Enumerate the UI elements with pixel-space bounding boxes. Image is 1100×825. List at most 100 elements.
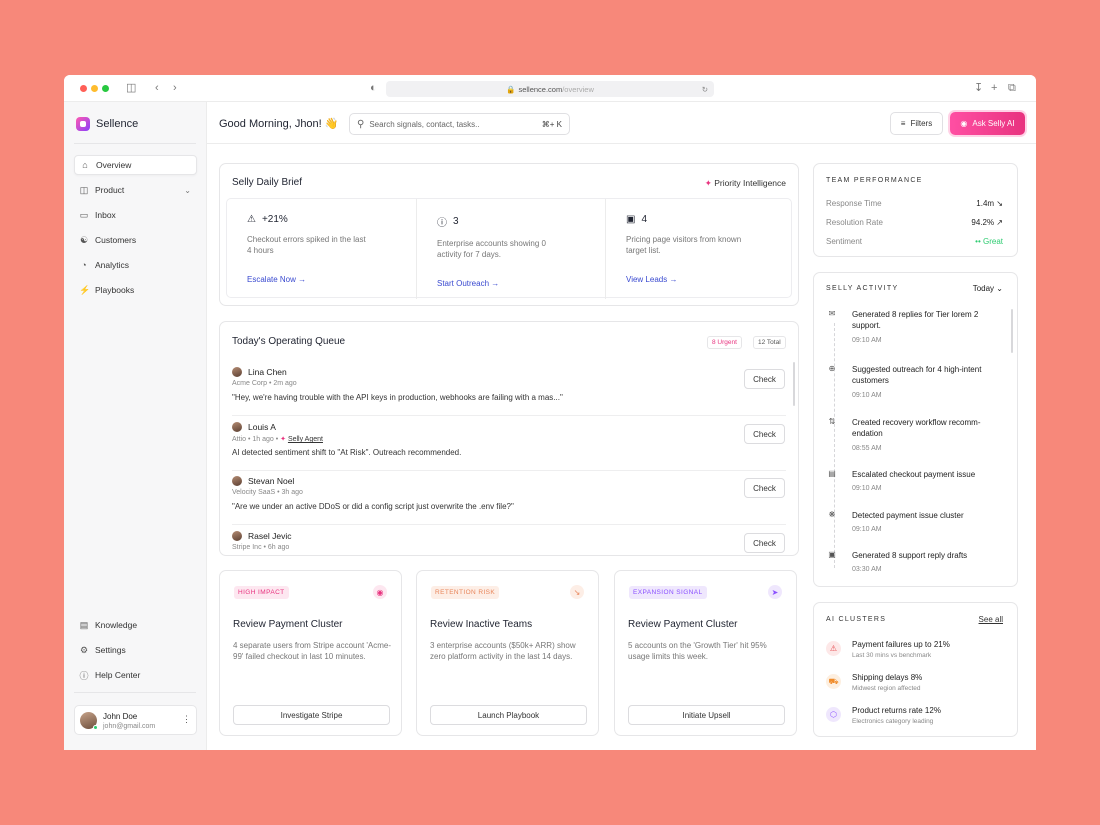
- reload-icon[interactable]: ↻: [702, 85, 708, 94]
- close-window-button[interactable]: [80, 85, 87, 92]
- start-outreach-link[interactable]: Start Outreach →: [437, 279, 604, 288]
- sparkle-icon: ✦: [280, 436, 286, 443]
- check-button[interactable]: Check: [744, 369, 785, 389]
- workflow-icon: ⇅: [828, 417, 836, 426]
- scrollbar[interactable]: [1011, 309, 1013, 353]
- tabs-overview-icon[interactable]: ⧉: [1008, 81, 1016, 95]
- queue-item: Stevan Noel Velocity SaaS • 3h ago "Are …: [232, 471, 786, 525]
- team-performance-card: TEAM PERFORMANCE Response Time 1.4m ↘ Res…: [813, 163, 1018, 257]
- download-icon[interactable]: ↧: [974, 81, 983, 95]
- queue-item: Louis A Attio • 1h ago • ✦ Selly Agent A…: [232, 417, 786, 471]
- perf-value: •• Great: [975, 237, 1003, 246]
- sidebar-item-inbox[interactable]: ▭ Inbox: [74, 205, 197, 225]
- sidebar-item-knowledge[interactable]: ▤ Knowledge: [74, 615, 197, 635]
- search-placeholder: Search signals, contact, tasks..: [369, 119, 480, 129]
- nav-label: Settings: [95, 645, 126, 655]
- search-shortcut: ⌘+ K: [541, 119, 562, 129]
- nav-label: Inbox: [95, 210, 116, 220]
- target-icon: ⊕: [828, 364, 836, 373]
- view-leads-link[interactable]: View Leads →: [626, 275, 793, 284]
- activity-text: Generated 8 replies for Tier lorem 2 sup…: [852, 310, 979, 330]
- url-host: sellence.com: [518, 84, 563, 94]
- sidebar-item-overview[interactable]: ⌂ Overview: [74, 155, 197, 175]
- activity-text: Generated 8 support reply drafts: [852, 551, 968, 560]
- contact-name: Lina Chen: [248, 367, 287, 377]
- back-icon[interactable]: ‹: [155, 81, 159, 95]
- truck-icon: ⛟: [826, 674, 841, 689]
- priority-intelligence-badge: ✦ Priority Intelligence: [705, 178, 786, 189]
- perf-row: Resolution Rate 94.2% ↗: [826, 218, 1003, 227]
- browser-window: ◫ ‹ › ◐ 🔒 sellence.com/overview ↻ ↧ + ⧉ …: [64, 75, 1036, 750]
- shield-privacy-icon[interactable]: ◐: [370, 81, 377, 95]
- contact-name: Stevan Noel: [248, 476, 295, 486]
- impact-tag: EXPANSION SIGNAL: [629, 586, 707, 599]
- sidebar-toggle-icon[interactable]: ◫: [126, 81, 136, 95]
- search-input[interactable]: ⚲ Search signals, contact, tasks.. ⌘+ K: [349, 113, 570, 135]
- sidebar-item-product[interactable]: ◫ Product ⌄: [74, 180, 197, 200]
- meta-text: Velocity SaaS • 3h ago: [232, 489, 303, 496]
- warning-icon: ⚠: [826, 641, 841, 656]
- brief-item: ▣ 4 Pricing page visitors from known targ…: [605, 199, 793, 299]
- perf-row: Sentiment •• Great: [826, 237, 1003, 246]
- message-text: "Hey, we're having trouble with the API …: [232, 393, 563, 402]
- check-button[interactable]: Check: [744, 533, 785, 553]
- search-icon: ⚲: [357, 118, 365, 130]
- contact-meta: Velocity SaaS • 3h ago: [232, 489, 303, 496]
- maximize-window-button[interactable]: [102, 85, 109, 92]
- chevron-down-icon: ⌄: [184, 185, 191, 195]
- perf-value: 1.4m ↘: [976, 199, 1003, 208]
- pie-chart-icon: ◔: [81, 260, 87, 270]
- action-title: Review Inactive Teams: [430, 619, 533, 630]
- divider: [74, 692, 196, 693]
- forward-icon[interactable]: ›: [173, 81, 177, 95]
- initiate-upsell-button[interactable]: Initiate Upsell: [628, 705, 785, 725]
- see-all-link[interactable]: See all: [979, 615, 1003, 624]
- filters-button[interactable]: ≡ Filters: [890, 112, 943, 135]
- section-title: SELLY ACTIVITY: [826, 285, 899, 292]
- header: Good Morning, Jhon! 👋 ⚲ Search signals, …: [207, 102, 1036, 144]
- check-button[interactable]: Check: [744, 478, 785, 498]
- today-dropdown[interactable]: Today ⌄: [973, 284, 1003, 293]
- cluster-sub: Midwest region affected: [852, 685, 921, 692]
- nav-label: Analytics: [95, 260, 130, 270]
- ask-label: Ask Selly AI: [972, 119, 1015, 128]
- sidebar-item-analytics[interactable]: ◔ Analytics: [74, 255, 197, 275]
- launch-playbook-button[interactable]: Launch Playbook: [430, 705, 587, 725]
- user-card[interactable]: John Doe john@gmail.com ⋮: [74, 705, 197, 735]
- section-title: AI CLUSTERS: [826, 616, 887, 623]
- action-desc: 3 enterprise accounts ($50k+ ARR) show z…: [430, 641, 576, 661]
- sidebar-item-help-center[interactable]: ⓘ Help Center: [74, 665, 197, 685]
- brief-title: Selly Daily Brief: [232, 177, 303, 188]
- minimize-window-button[interactable]: [91, 85, 98, 92]
- book-icon: ▤: [79, 619, 89, 630]
- brand[interactable]: Sellence: [76, 117, 138, 131]
- cluster-title: Payment failures up to 21%: [852, 640, 950, 649]
- user-email: john@gmail.com: [103, 723, 156, 730]
- selly-activity-card: SELLY ACTIVITY Today ⌄ ✉ Generated 8 repl…: [813, 272, 1018, 587]
- investigate-stripe-button[interactable]: Investigate Stripe: [233, 705, 390, 725]
- queue-item: Lina Chen Acme Corp • 2m ago "Hey, we're…: [232, 362, 786, 416]
- sidebar-item-settings[interactable]: ⚙ Settings: [74, 640, 197, 660]
- check-button[interactable]: Check: [744, 424, 785, 444]
- chevron-down-icon: ⌄: [996, 284, 1003, 293]
- ask-selly-ai-button[interactable]: ◉ Ask Selly AI: [950, 112, 1025, 135]
- selly-agent-link[interactable]: Selly Agent: [288, 436, 323, 443]
- more-vertical-icon[interactable]: ⋮: [182, 714, 191, 725]
- escalate-now-link[interactable]: Escalate Now →: [247, 275, 415, 284]
- action-title: Review Payment Cluster: [628, 619, 738, 630]
- filter-value: Today: [972, 284, 995, 293]
- sidebar-item-playbooks[interactable]: ⚡ Playbooks: [74, 280, 197, 300]
- trend-down-icon: ↘: [570, 585, 584, 599]
- scrollbar[interactable]: [793, 362, 795, 406]
- queue-title: Today's Operating Queue: [232, 336, 346, 347]
- impact-tag: HIGH IMPACT: [234, 586, 289, 599]
- action-title: Review Payment Cluster: [233, 619, 343, 630]
- new-tab-icon[interactable]: +: [991, 81, 997, 95]
- address-bar[interactable]: 🔒 sellence.com/overview ↻: [386, 81, 714, 97]
- contact-name: Rasel Jevic: [248, 531, 292, 541]
- sidebar-item-customers[interactable]: ☯ Customers: [74, 230, 197, 250]
- sparkle-icon: ✦: [704, 178, 712, 188]
- users-icon: ☯: [79, 234, 89, 245]
- brief-item: ⚠ +21% Checkout errors spiked in the last…: [227, 199, 415, 299]
- impact-tag: RETENTION RISK: [431, 586, 500, 599]
